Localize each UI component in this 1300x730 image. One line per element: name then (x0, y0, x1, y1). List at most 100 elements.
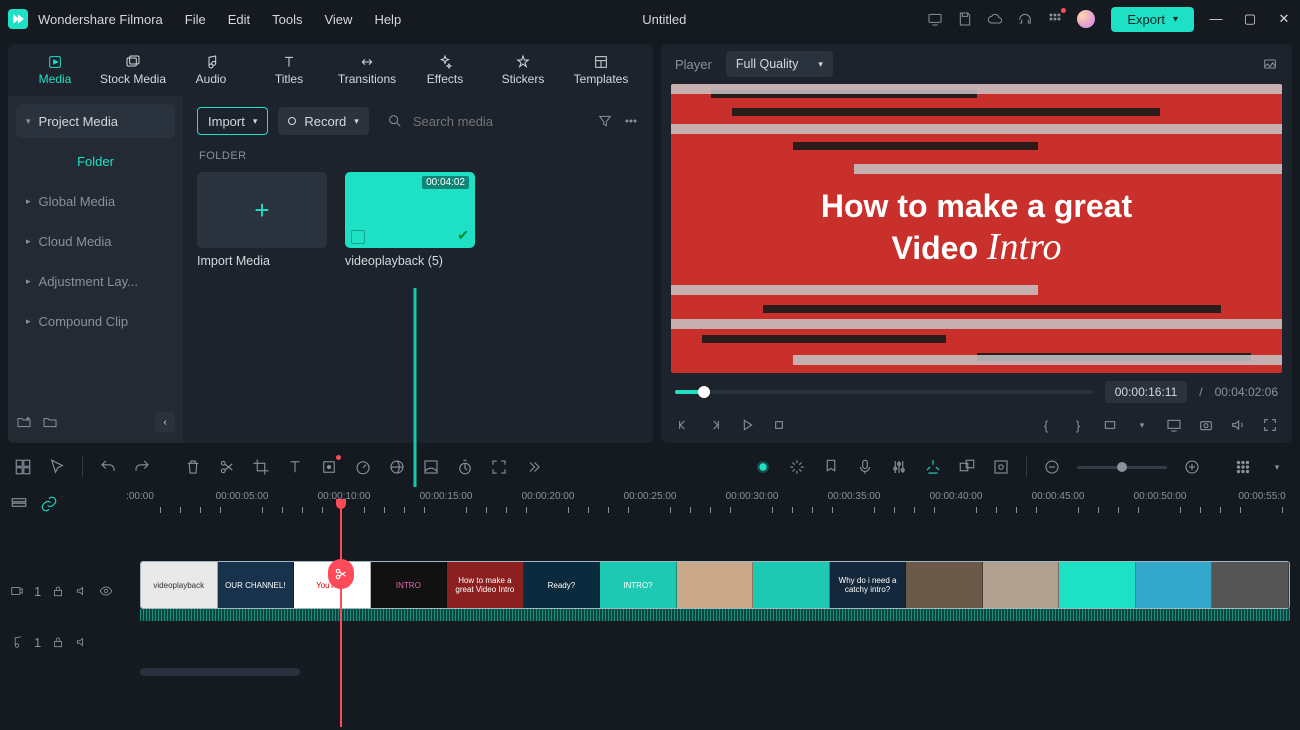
search-input[interactable] (411, 113, 531, 130)
headset-icon[interactable] (1017, 11, 1033, 27)
tab-stock-media[interactable]: Stock Media (94, 54, 172, 86)
more-tools-icon[interactable] (524, 458, 542, 476)
media-clip-tile[interactable]: 00:04:02 ✔ videoplayback (5) (345, 172, 475, 268)
sparkle-icon[interactable] (788, 458, 806, 476)
volume-icon[interactable] (1230, 417, 1246, 433)
mic-icon[interactable] (856, 458, 874, 476)
video-clip[interactable]: videoplaybackOUR CHANNEL!YouTubeINTROHow… (140, 561, 1290, 609)
mark-in-button[interactable]: { (1038, 417, 1054, 433)
menu-view[interactable]: View (324, 12, 352, 27)
scrub-track[interactable] (675, 390, 1093, 394)
preview-viewport[interactable]: How to make a great Video Intro (671, 84, 1282, 373)
minimize-button[interactable]: — (1208, 11, 1224, 27)
group-icon[interactable] (958, 458, 976, 476)
mixer-icon[interactable] (890, 458, 908, 476)
sidebar-folder[interactable]: Folder (16, 144, 175, 178)
color-icon[interactable] (388, 458, 406, 476)
clip-segment (983, 562, 1060, 608)
folder-icon[interactable] (42, 414, 58, 430)
scrollbar-thumb[interactable] (140, 668, 300, 676)
mask-icon[interactable] (422, 458, 440, 476)
more-icon[interactable] (623, 113, 639, 129)
zoom-slider[interactable] (1077, 466, 1167, 469)
timeline-scrollbar[interactable] (140, 667, 1300, 677)
display-button[interactable] (1166, 417, 1182, 433)
close-button[interactable]: ✕ (1276, 11, 1292, 27)
video-track-body[interactable]: videoplaybackOUR CHANNEL!YouTubeINTROHow… (140, 561, 1300, 621)
keyframe-icon[interactable] (320, 458, 338, 476)
record-button[interactable]: Record ▾ (278, 107, 368, 135)
zoom-in-icon[interactable] (1183, 458, 1201, 476)
maximize-button[interactable]: ▢ (1242, 11, 1258, 27)
ratio-button[interactable] (1102, 417, 1118, 433)
audio-track-body[interactable] (140, 621, 1300, 663)
filter-icon[interactable] (597, 113, 613, 129)
user-avatar[interactable] (1077, 10, 1095, 28)
marker-icon[interactable] (822, 458, 840, 476)
sidebar-compound-clip[interactable]: ▸ Compound Clip (16, 304, 175, 338)
camera-icon[interactable] (1198, 417, 1214, 433)
view-options-icon[interactable] (1234, 458, 1252, 476)
tab-titles[interactable]: Titles (250, 54, 328, 86)
collapse-sidebar-button[interactable]: ‹ (155, 412, 175, 432)
cut-marker[interactable] (328, 559, 354, 589)
tab-media[interactable]: Media (16, 54, 94, 86)
import-media-tile[interactable]: + Import Media (197, 172, 327, 268)
menu-edit[interactable]: Edit (228, 12, 250, 27)
export-button[interactable]: Export ▾ (1111, 7, 1194, 32)
zoom-knob[interactable] (1117, 462, 1127, 472)
tab-transitions[interactable]: Transitions (328, 54, 406, 86)
timer-icon[interactable] (456, 458, 474, 476)
menu-tools[interactable]: Tools (272, 12, 302, 27)
lock-icon[interactable] (51, 584, 65, 598)
cursor-icon[interactable] (48, 458, 66, 476)
crop-icon[interactable] (252, 458, 270, 476)
menu-file[interactable]: File (185, 12, 206, 27)
sidebar-project-media[interactable]: ▾ Project Media (16, 104, 175, 138)
zoom-out-icon[interactable] (1043, 458, 1061, 476)
next-frame-button[interactable] (707, 417, 723, 433)
cloud-icon[interactable] (987, 11, 1003, 27)
ai-icon[interactable] (754, 458, 772, 476)
mute-icon[interactable] (75, 584, 89, 598)
eye-icon[interactable] (99, 584, 113, 598)
tab-effects[interactable]: Effects (406, 54, 484, 86)
timeline-ruler[interactable]: :00:0000:00:05:0000:00:10:0000:00:15:000… (140, 487, 1300, 521)
play-button[interactable] (739, 417, 755, 433)
split-icon[interactable] (218, 458, 236, 476)
lock-icon[interactable] (51, 635, 65, 649)
chevron-down-icon[interactable]: ▾ (1134, 417, 1150, 433)
fit-icon[interactable] (490, 458, 508, 476)
track-menu-icon[interactable] (10, 495, 28, 513)
new-folder-icon[interactable] (16, 414, 32, 430)
sidebar-global-media[interactable]: ▸ Global Media (16, 184, 175, 218)
stop-button[interactable] (771, 417, 787, 433)
redo-icon[interactable] (133, 458, 151, 476)
menu-help[interactable]: Help (374, 12, 401, 27)
delete-icon[interactable] (184, 458, 202, 476)
magnet-icon[interactable] (924, 458, 942, 476)
speed-icon[interactable] (354, 458, 372, 476)
import-button[interactable]: Import ▾ (197, 107, 268, 135)
sidebar-cloud-media[interactable]: ▸ Cloud Media (16, 224, 175, 258)
quality-selector[interactable]: Full Quality ▾ (726, 51, 833, 77)
undo-icon[interactable] (99, 458, 117, 476)
prev-frame-button[interactable] (675, 417, 691, 433)
scrub-knob[interactable] (698, 386, 710, 398)
link-icon[interactable] (40, 495, 58, 513)
snapshot-icon[interactable] (1262, 56, 1278, 72)
tab-stickers[interactable]: Stickers (484, 54, 562, 86)
sidebar-adjustment-layer[interactable]: ▸ Adjustment Lay... (16, 264, 175, 298)
fullscreen-icon[interactable] (1262, 417, 1278, 433)
layout-icon[interactable] (14, 458, 32, 476)
save-icon[interactable] (957, 11, 973, 27)
text-icon[interactable] (286, 458, 304, 476)
mark-out-button[interactable]: } (1070, 417, 1086, 433)
screen-icon[interactable] (927, 11, 943, 27)
view-dropdown-icon[interactable]: ▾ (1268, 458, 1286, 476)
tab-templates[interactable]: Templates (562, 54, 640, 86)
apps-icon[interactable] (1047, 11, 1063, 27)
tab-audio[interactable]: Audio (172, 54, 250, 86)
render-icon[interactable] (992, 458, 1010, 476)
mute-icon[interactable] (75, 635, 89, 649)
